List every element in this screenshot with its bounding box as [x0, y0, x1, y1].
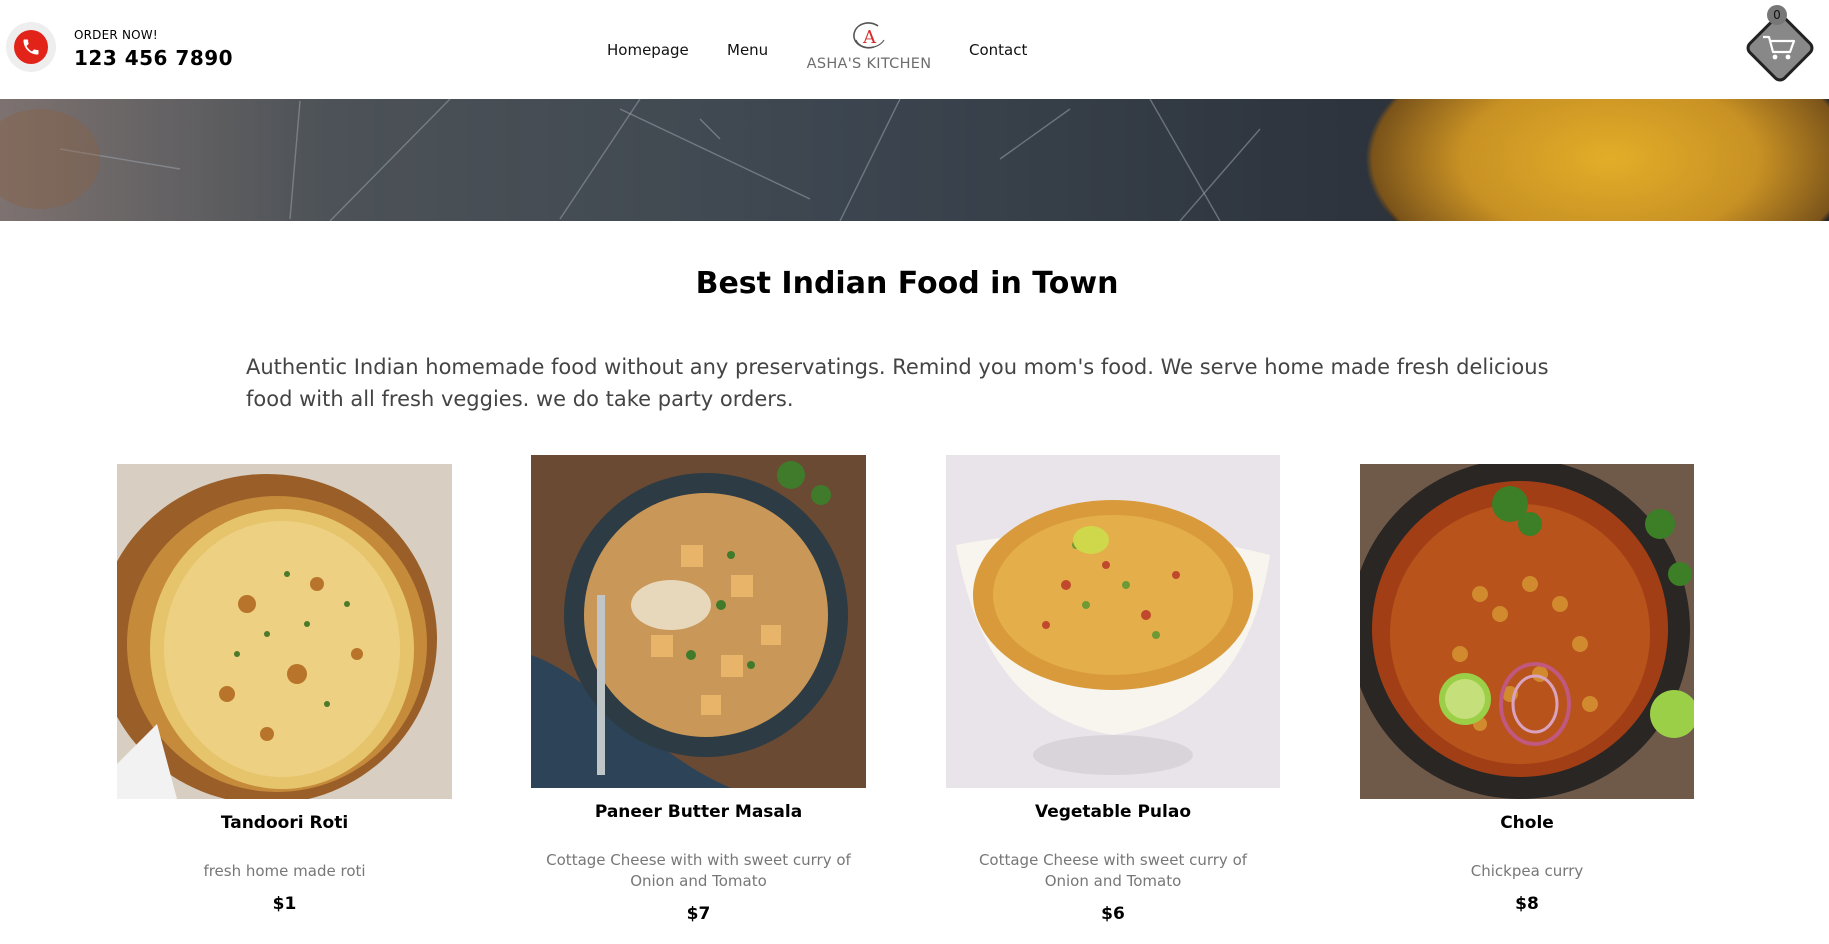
product-card[interactable]: Chole Chickpea curry $8 [1360, 464, 1694, 914]
product-price: $8 [1515, 894, 1539, 914]
brand-logo[interactable]: A ASHA'S KITCHEN [800, 20, 938, 76]
phone-number[interactable]: 123 456 7890 [74, 46, 233, 70]
logo-text: ASHA'S KITCHEN [806, 56, 932, 72]
cart-count-badge: 0 [1767, 5, 1787, 25]
paneer-butter-masala-image[interactable] [531, 455, 866, 788]
product-name: Tandoori Roti [220, 813, 349, 833]
hero-banner-image [0, 99, 1829, 221]
vegetable-pulao-image[interactable] [946, 455, 1280, 788]
nav-menu-link[interactable]: Menu [727, 41, 768, 59]
product-card[interactable]: Vegetable Pulao Cottage Cheese with swee… [946, 455, 1280, 924]
cart-button[interactable]: 0 [1743, 5, 1817, 85]
svg-text:A: A [862, 27, 877, 48]
product-card[interactable]: Tandoori Roti fresh home made roti $1 [117, 464, 452, 914]
phone-icon[interactable] [14, 30, 48, 64]
chole-image[interactable] [1360, 464, 1694, 799]
tandoori-roti-image[interactable] [117, 464, 452, 799]
product-name: Paneer Butter Masala [594, 802, 803, 822]
logo-emblem-icon: A [848, 20, 890, 54]
nav-homepage-link[interactable]: Homepage [607, 41, 689, 59]
product-name: Chole [1500, 813, 1554, 833]
product-description: Cottage Cheese with with sweet curry of … [546, 851, 851, 890]
top-navigation-bar: ORDER NOW! 123 456 7890 Homepage Menu A … [0, 0, 1829, 99]
product-price: $7 [686, 904, 711, 924]
product-name: Vegetable Pulao [1034, 802, 1192, 822]
nav-contact-link[interactable]: Contact [969, 41, 1027, 59]
product-price: $1 [272, 894, 297, 914]
phone-icon-wrapper[interactable] [6, 22, 56, 72]
product-card[interactable]: Paneer Butter Masala Cottage Cheese with… [531, 455, 866, 924]
product-price: $6 [1101, 904, 1125, 924]
page-headline: Best Indian Food in Town [695, 266, 1119, 301]
product-description: fresh home made roti [203, 862, 366, 880]
product-description: Chickpea curry [1470, 862, 1584, 880]
shopping-cart-icon [1763, 35, 1796, 60]
intro-paragraph: Authentic Indian homemade food without a… [246, 355, 1549, 411]
product-description: Cottage Cheese with sweet curry of Onion… [978, 851, 1248, 890]
order-now-label: ORDER NOW! [74, 28, 158, 42]
